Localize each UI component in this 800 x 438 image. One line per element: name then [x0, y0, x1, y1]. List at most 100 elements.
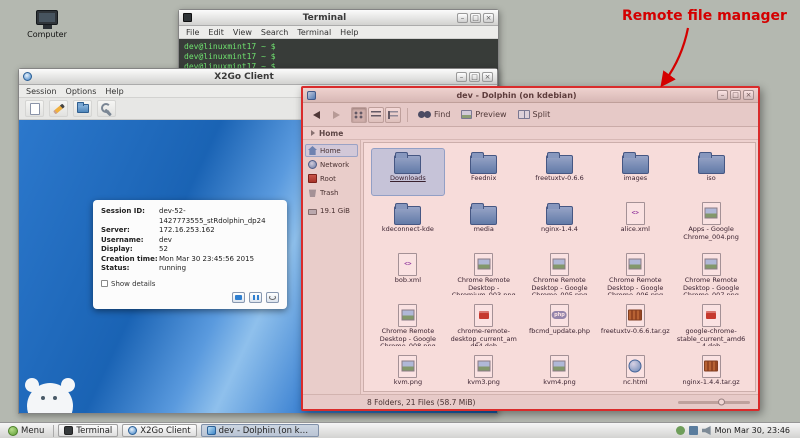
breadcrumb[interactable]: Home — [303, 127, 758, 140]
file-icon — [546, 355, 573, 377]
file-item[interactable]: fbcmd_update.php — [523, 301, 597, 349]
volume-tray-icon[interactable] — [702, 426, 711, 435]
update-tray-icon[interactable] — [676, 426, 685, 435]
file-item[interactable]: kdeconnect-kde — [371, 199, 445, 247]
places-item[interactable]: Trash — [305, 186, 358, 199]
zoom-slider[interactable] — [678, 395, 750, 409]
session-folder-button[interactable] — [73, 100, 92, 117]
file-item[interactable]: chrome-remote-desktop_current_amd64.deb — [447, 301, 521, 349]
network-tray-icon[interactable] — [689, 426, 698, 435]
menu-item[interactable]: Session — [26, 87, 57, 96]
file-item[interactable]: Chrome Remote Desktop - Google Chrome_00… — [371, 301, 445, 349]
file-item[interactable]: Feednix — [447, 148, 521, 196]
show-details-checkbox[interactable]: Show details — [101, 280, 279, 288]
terminal-titlebar[interactable]: Terminal — [179, 10, 498, 26]
place-label: Trash — [320, 189, 339, 197]
zoom-slider-handle[interactable] — [718, 399, 725, 406]
file-item[interactable]: images — [598, 148, 672, 196]
maximize-icon[interactable] — [469, 72, 480, 82]
file-icon — [622, 355, 649, 377]
file-icon — [546, 151, 573, 173]
terminal-prompt-line: dev@linuxmint17 ~ $ — [184, 52, 493, 62]
taskbar-window-button[interactable]: Terminal — [58, 424, 118, 437]
compact-view-button[interactable] — [368, 107, 384, 123]
file-view[interactable]: Downloads Feednix freetuxtv-0.6.6 — [363, 142, 756, 392]
preview-button[interactable]: Preview — [457, 106, 510, 124]
file-item[interactable]: google-chrome-stable_current_amd64.deb — [674, 301, 748, 349]
taskbar-clock[interactable]: Mon Mar 30, 23:46 — [715, 426, 793, 435]
places-item[interactable]: Root — [305, 172, 358, 185]
session-info-fields: Session ID: dev-52-1427773555_stRdolphin… — [101, 207, 279, 274]
pencil-icon — [53, 103, 65, 114]
taskbar-button-label: dev - Dolphin (on kde... — [219, 426, 313, 436]
maximize-icon[interactable] — [730, 90, 741, 100]
file-item[interactable]: kvm3.png — [447, 352, 521, 392]
dolphin-titlebar[interactable]: dev - Dolphin (on kdebian) — [303, 88, 758, 103]
find-button[interactable]: Find — [414, 106, 454, 124]
minimize-icon[interactable] — [457, 13, 468, 23]
file-item[interactable]: Apps - Google Chrome_004.png — [674, 199, 748, 247]
file-item[interactable]: iso — [674, 148, 748, 196]
menu-item[interactable]: File — [186, 28, 199, 37]
file-item[interactable]: Chrome Remote Desktop - Google Chrome_00… — [598, 250, 672, 298]
file-item[interactable]: nginx-1.4.4.tar.gz — [674, 352, 748, 392]
menu-item[interactable]: Options — [66, 87, 97, 96]
file-item[interactable]: kvm.png — [371, 352, 445, 392]
session-field: Session ID: dev-52-1427773555_stRdolphin… — [101, 207, 279, 226]
file-icon — [698, 355, 725, 377]
new-session-button[interactable] — [25, 100, 44, 117]
menu-item[interactable]: Terminal — [297, 28, 331, 37]
session-field-label: Username: — [101, 236, 159, 246]
suspend-session-button[interactable] — [249, 292, 262, 303]
forward-button[interactable] — [328, 106, 345, 123]
places-item[interactable]: Network — [305, 158, 358, 171]
menu-item[interactable]: View — [233, 28, 252, 37]
places-item[interactable]: 19.1 GiB — [305, 205, 358, 217]
close-icon[interactable] — [482, 72, 493, 82]
file-item[interactable]: freetuxtv-0.6.6.tar.gz — [598, 301, 672, 349]
wrench-icon — [101, 103, 112, 114]
file-item[interactable]: alice.xml — [598, 199, 672, 247]
maximize-icon[interactable] — [470, 13, 481, 23]
file-item[interactable]: kvm4.png — [523, 352, 597, 392]
terminal-menubar: File Edit View Search Terminal Help — [179, 26, 498, 39]
close-icon[interactable] — [483, 13, 494, 23]
terminate-session-button[interactable] — [266, 292, 279, 303]
computer-desktop-icon[interactable]: Computer — [16, 10, 78, 39]
places-item[interactable]: Home — [305, 144, 358, 157]
minimize-icon[interactable] — [717, 90, 728, 100]
taskbar-window-button[interactable]: X2Go Client — [122, 424, 196, 437]
menu-item[interactable]: Help — [340, 28, 358, 37]
x2go-titlebar[interactable]: X2Go Client — [19, 69, 497, 85]
breadcrumb-home[interactable]: Home — [319, 129, 343, 138]
edit-session-button[interactable] — [49, 100, 68, 117]
menu-item[interactable]: Help — [105, 87, 123, 96]
minimize-icon[interactable] — [456, 72, 467, 82]
menu-button[interactable]: Menu — [3, 424, 49, 438]
details-view-button[interactable] — [385, 107, 401, 123]
icons-view-button[interactable] — [351, 107, 367, 123]
back-button[interactable] — [308, 106, 325, 123]
file-item[interactable]: Downloads — [371, 148, 445, 196]
file-icon — [394, 151, 421, 173]
menu-item[interactable]: Edit — [208, 28, 224, 37]
file-item[interactable]: Chrome Remote Desktop - Chromium_003.png — [447, 250, 521, 298]
file-icon — [546, 304, 573, 326]
file-item[interactable]: bob.xml — [371, 250, 445, 298]
settings-button[interactable] — [97, 100, 116, 117]
file-item[interactable]: Chrome Remote Desktop - Google Chrome_00… — [523, 250, 597, 298]
split-button[interactable]: Split — [514, 106, 555, 124]
file-item[interactable]: nginx-1.4.4 — [523, 199, 597, 247]
file-item[interactable]: Chrome Remote Desktop - Google Chrome_00… — [674, 250, 748, 298]
file-item[interactable]: freetuxtv-0.6.6 — [523, 148, 597, 196]
file-name: iso — [707, 175, 716, 183]
taskbar-window-button[interactable]: dev - Dolphin (on kde... — [201, 424, 319, 437]
resume-session-button[interactable] — [232, 292, 245, 303]
file-item[interactable]: nc.html — [598, 352, 672, 392]
close-icon[interactable] — [743, 90, 754, 100]
session-field-label: Status: — [101, 264, 159, 274]
dolphin-file-manager-window: dev - Dolphin (on kdebian) Find — [301, 86, 760, 411]
file-icon — [698, 253, 725, 275]
file-item[interactable]: media — [447, 199, 521, 247]
menu-item[interactable]: Search — [261, 28, 288, 37]
